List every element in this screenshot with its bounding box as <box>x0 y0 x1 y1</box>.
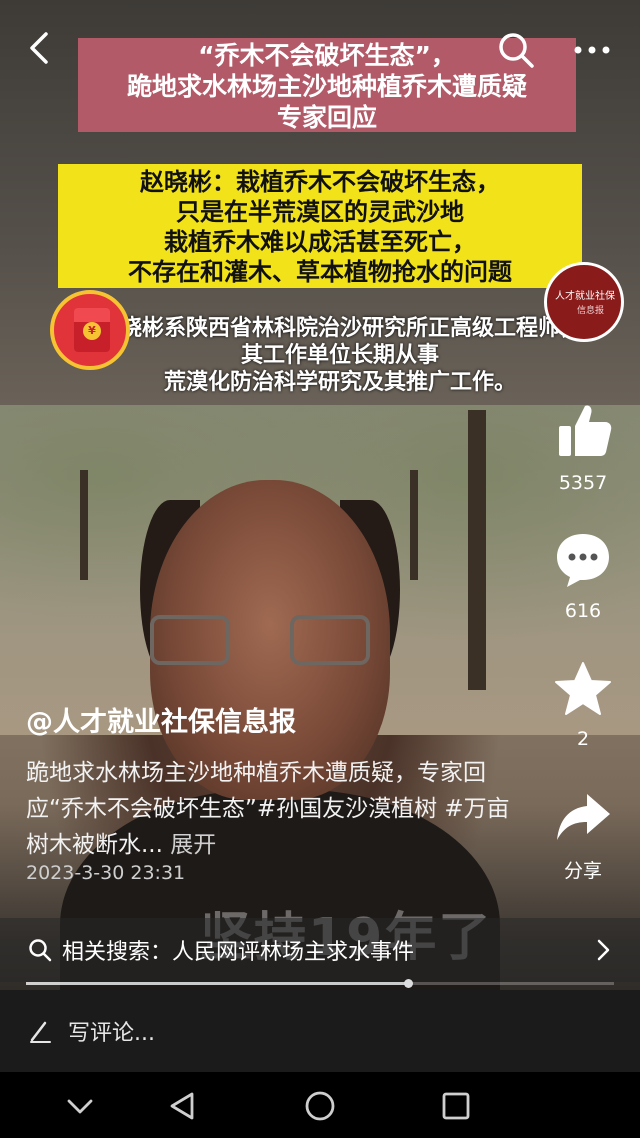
yuan-coin-icon: ¥ <box>83 322 101 340</box>
nav-back-button[interactable] <box>162 1086 202 1126</box>
nav-home-button[interactable] <box>300 1086 340 1126</box>
search-icon <box>29 939 52 962</box>
progress-fill <box>26 982 409 985</box>
comment-placeholder: 写评论... <box>68 1021 155 1046</box>
author-name[interactable]: @人才就业社保信息报 <box>26 700 296 739</box>
avatar-text: 信息报 <box>577 306 605 316</box>
like-count: 5357 <box>558 472 608 494</box>
expand-link[interactable]: 展开 <box>170 832 216 858</box>
comment-count: 616 <box>564 600 602 622</box>
more-button[interactable] <box>570 30 614 70</box>
tree-trunk <box>468 410 486 690</box>
nav-hide-button[interactable] <box>60 1086 100 1126</box>
tree-trunk <box>410 470 418 580</box>
headline-line: 专家回应 <box>276 103 377 132</box>
headline-line: 跪地求水林场主沙地种植乔木遭质疑 <box>126 72 527 101</box>
comment-input-bar[interactable]: 写评论... <box>0 990 640 1072</box>
more-dots-icon <box>574 46 610 54</box>
share-label: 分享 <box>563 860 602 882</box>
system-nav-bar <box>0 1072 640 1138</box>
chevron-left-icon <box>30 32 48 64</box>
pen-icon <box>30 1021 51 1043</box>
square-recents-icon <box>442 1092 470 1120</box>
thumbs-up-icon <box>559 405 612 456</box>
quote-line: 栽植乔木难以成活甚至死亡， <box>164 228 476 256</box>
favorite-count: 2 <box>576 728 590 750</box>
caption-line: 赵晓彬系陕西省林科院治沙研究所正高级工程师， <box>97 316 582 341</box>
share-button[interactable]: 分享 <box>550 790 616 883</box>
caption-line: 荒漠化防治科学研究及其推广工作。 <box>163 370 516 395</box>
star-icon <box>555 662 611 715</box>
related-search-query: 人民网评林场主求水事件 <box>172 940 415 965</box>
glasses-right <box>290 615 370 665</box>
related-search-prefix: 相关搜索： <box>62 940 173 965</box>
triangle-back-icon <box>170 1092 194 1120</box>
related-search-bar[interactable]: 相关搜索：人民网评林场主求水事件 <box>0 918 640 982</box>
like-button[interactable]: 5357 <box>550 400 616 494</box>
video-quote-box: 赵晓彬：栽植乔木不会破坏生态， 只是在半荒漠区的灵武沙地 栽植乔木难以成活甚至死… <box>58 164 582 288</box>
author-avatar[interactable]: 人才就业社保 信息报 <box>544 262 624 342</box>
chevron-down-icon <box>67 1099 93 1114</box>
post-description[interactable]: 跪地求水林场主沙地种植乔木遭质疑，专家回应“乔木不会破坏生态”#孙国友沙漠植树 … <box>26 755 526 863</box>
video-caption: 赵晓彬系陕西省林科院治沙研究所正高级工程师， 其工作单位长期从事 荒漠化防治科学… <box>60 315 620 396</box>
search-button[interactable] <box>496 30 536 70</box>
circle-home-icon <box>305 1091 335 1121</box>
quote-line: 赵晓彬：栽植乔木不会破坏生态， <box>140 168 500 196</box>
glasses-left <box>150 615 230 665</box>
red-packet-button[interactable]: ¥ <box>50 290 130 370</box>
share-arrow-icon <box>557 794 610 840</box>
comment-button[interactable]: 616 <box>550 530 616 622</box>
favorite-button[interactable]: 2 <box>550 660 616 750</box>
post-date: 2023-3-30 23:31 <box>26 862 186 884</box>
quote-line: 不存在和灌木、草本植物抢水的问题 <box>128 258 512 286</box>
chevron-right-icon <box>597 939 610 961</box>
video-progress-bar[interactable] <box>26 979 614 988</box>
back-button[interactable] <box>22 28 62 68</box>
related-search-text: 相关搜索：人民网评林场主求水事件 <box>62 934 414 966</box>
search-icon <box>499 33 534 68</box>
avatar-text: 人才就业社保 <box>555 291 615 302</box>
tree-trunk <box>80 470 88 580</box>
video-player[interactable]: 坚持19年了 <box>0 0 640 1090</box>
quote-line: 只是在半荒漠区的灵武沙地 <box>176 198 464 226</box>
nav-recents-button[interactable] <box>436 1086 476 1126</box>
caption-line: 其工作单位长期从事 <box>240 343 439 368</box>
comment-bubble-icon <box>557 534 609 587</box>
post-description-text: 跪地求水林场主沙地种植乔木遭质疑，专家回应“乔木不会破坏生态”#孙国友沙漠植树 … <box>26 760 510 858</box>
